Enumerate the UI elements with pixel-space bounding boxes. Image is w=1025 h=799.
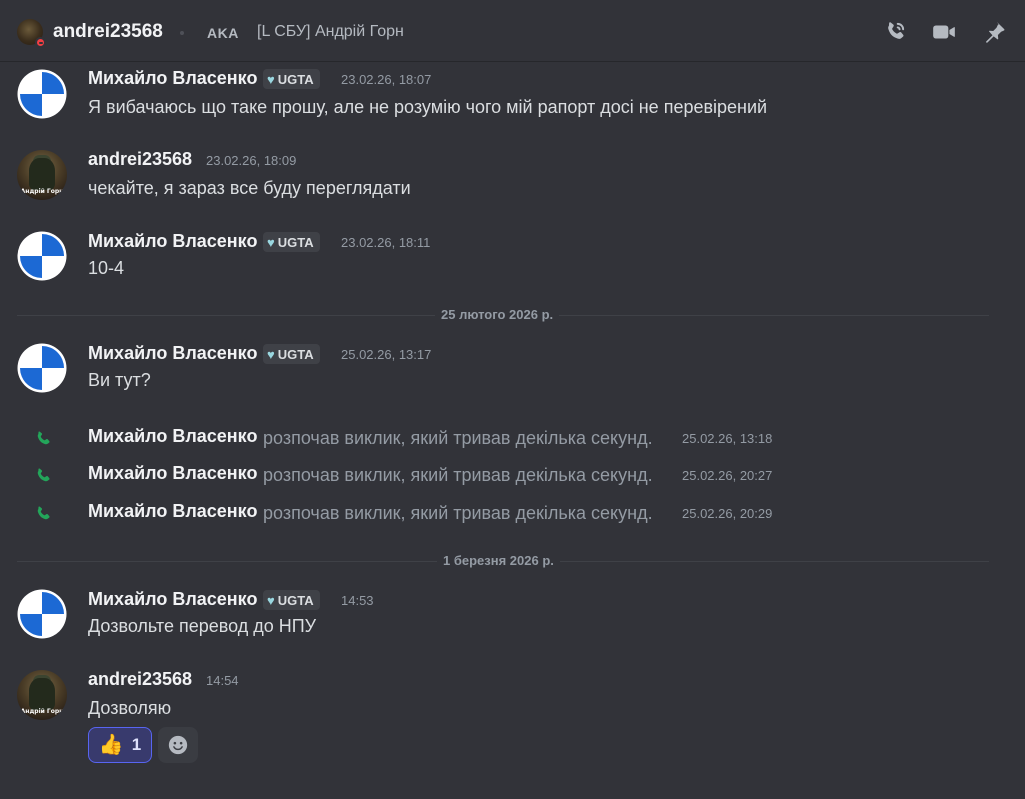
message-text: Я вибачаюсь що таке прошу, але не розумі… — [88, 97, 768, 117]
avatar-caption: Андрій Горн — [20, 188, 64, 195]
call-description: розпочав виклик, який тривав декілька се… — [263, 428, 653, 448]
server-tag-label: UGTA — [277, 234, 314, 250]
call-timestamp: 25.02.26, 13:18 — [682, 431, 773, 446]
date-divider-label: 25 лютого 2026 р. — [435, 307, 560, 322]
dm-header: andrei23568 AKA [L СБУ] Андрій Горн — [0, 0, 1025, 62]
voice-call-icon[interactable] — [882, 19, 908, 45]
message-text: 10-4 — [88, 258, 125, 278]
date-divider-label: 1 березня 2026 р. — [437, 553, 560, 568]
header-username[interactable]: andrei23568 — [53, 21, 163, 43]
message-author[interactable]: andrei23568 — [88, 149, 192, 170]
server-tag[interactable]: ♥ UGTA — [263, 590, 320, 610]
message-text: Дозвольте перевод до НПУ — [88, 616, 317, 636]
message-text: чекайте, я зараз все буду переглядати — [88, 178, 411, 198]
soldier-avatar[interactable]: Андрій Горн — [17, 670, 67, 720]
avatar-caption: Андрій Горн — [20, 708, 64, 715]
server-tag[interactable]: ♥ UGTA — [263, 344, 320, 364]
header-nickname: [L СБУ] Андрій Горн — [257, 23, 404, 40]
server-tag-label: UGTA — [277, 71, 314, 87]
message-timestamp: 25.02.26, 13:17 — [341, 347, 432, 362]
heart-icon: ♥ — [267, 346, 275, 362]
message-author[interactable]: Михайло Власенко — [88, 589, 257, 610]
call-description: розпочав виклик, який тривав декілька се… — [263, 465, 653, 485]
add-reaction-button[interactable] — [158, 727, 198, 763]
soldier-avatar[interactable]: Андрій Горн — [17, 150, 67, 200]
avatar-figure — [29, 158, 55, 190]
video-call-icon[interactable] — [931, 19, 957, 45]
server-tag[interactable]: ♥ UGTA — [263, 232, 320, 252]
thumbs-up-reaction[interactable]: 👍 1 — [88, 727, 152, 763]
bmw-avatar[interactable] — [17, 343, 67, 393]
message-timestamp: 14:53 — [341, 593, 374, 608]
heart-icon: ♥ — [267, 71, 275, 87]
call-timestamp: 25.02.26, 20:27 — [682, 468, 773, 483]
phone-call-icon — [37, 468, 50, 482]
message-author[interactable]: Михайло Власенко — [88, 68, 257, 89]
bmw-avatar[interactable] — [17, 589, 67, 639]
message-author[interactable]: Михайло Власенко — [88, 343, 257, 364]
heart-icon: ♥ — [267, 234, 275, 250]
aka-label: AKA — [207, 25, 239, 41]
phone-call-icon — [37, 506, 50, 520]
server-tag-label: UGTA — [277, 592, 314, 608]
reaction-count: 1 — [131, 735, 142, 754]
pin-icon[interactable] — [981, 19, 1007, 45]
dnd-status-icon — [35, 37, 46, 48]
call-description: розпочав виклик, який тривав декілька се… — [263, 503, 653, 523]
header-separator-dot — [180, 31, 184, 35]
bmw-avatar[interactable] — [17, 231, 67, 281]
message-text: Ви тут? — [88, 370, 151, 390]
call-author[interactable]: Михайло Власенко — [88, 426, 257, 447]
server-tag[interactable]: ♥ UGTA — [263, 69, 320, 89]
call-author[interactable]: Михайло Власенко — [88, 463, 257, 484]
message-timestamp: 14:54 — [206, 673, 239, 688]
header-avatar[interactable] — [17, 19, 46, 48]
message-author[interactable]: Михайло Власенко — [88, 231, 257, 252]
message-author[interactable]: andrei23568 — [88, 669, 192, 690]
message-timestamp: 23.02.26, 18:11 — [341, 235, 431, 250]
call-timestamp: 25.02.26, 20:29 — [682, 506, 773, 521]
smiley-icon — [168, 735, 188, 755]
message-timestamp: 23.02.26, 18:09 — [206, 153, 297, 168]
thumbs-up-icon: 👍 — [98, 734, 124, 756]
avatar-figure — [29, 678, 55, 710]
call-author[interactable]: Михайло Власенко — [88, 501, 257, 522]
bmw-avatar[interactable] — [17, 69, 67, 119]
message-text: Дозволяю — [88, 698, 172, 718]
phone-call-icon — [37, 431, 50, 445]
heart-icon: ♥ — [267, 592, 275, 608]
server-tag-label: UGTA — [277, 346, 314, 362]
message-timestamp: 23.02.26, 18:07 — [341, 72, 432, 87]
